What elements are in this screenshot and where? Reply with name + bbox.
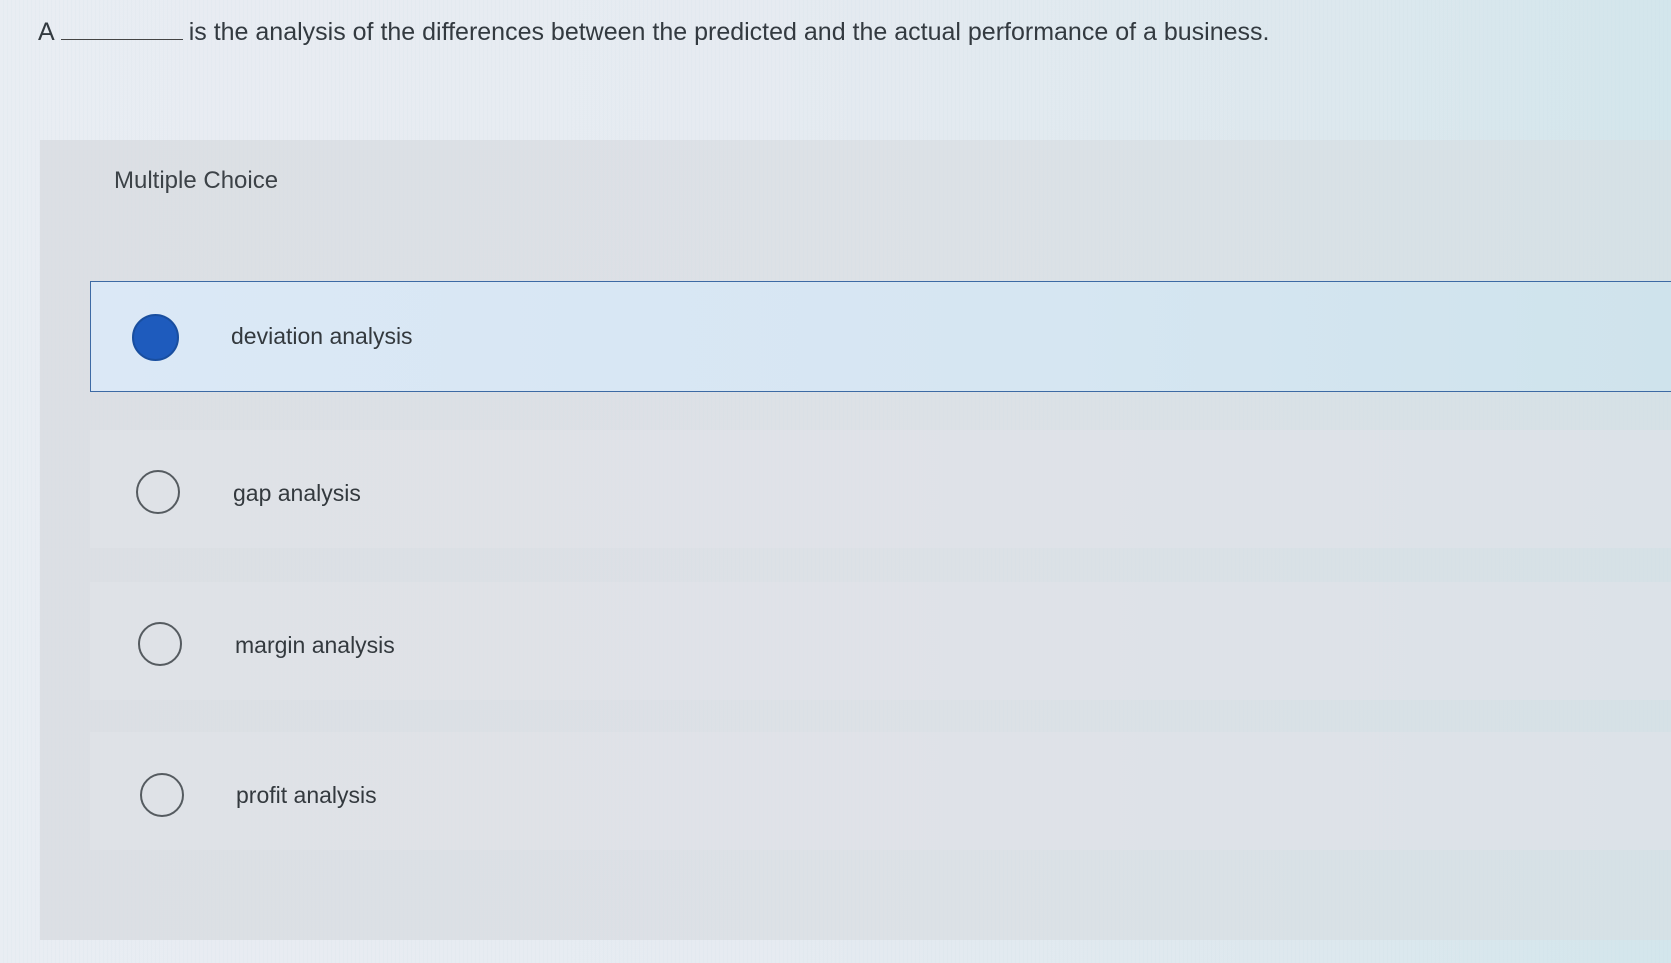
question-blank bbox=[60, 15, 183, 40]
option-label: gap analysis bbox=[233, 480, 361, 506]
option-profit-analysis[interactable]: profit analysis bbox=[90, 732, 1671, 850]
radio-unselected-icon[interactable] bbox=[138, 622, 182, 666]
option-label: margin analysis bbox=[235, 632, 395, 658]
option-deviation-analysis[interactable]: deviation analysis bbox=[90, 281, 1671, 392]
question-text: Ais the analysis of the differences betw… bbox=[38, 14, 1269, 50]
option-label: deviation analysis bbox=[231, 323, 413, 349]
radio-unselected-icon[interactable] bbox=[140, 773, 184, 817]
option-gap-analysis[interactable]: gap analysis bbox=[90, 430, 1671, 548]
multiple-choice-label: Multiple Choice bbox=[114, 167, 279, 194]
option-label: profit analysis bbox=[236, 782, 377, 808]
radio-unselected-icon[interactable] bbox=[136, 470, 180, 514]
radio-selected-icon[interactable] bbox=[132, 314, 179, 361]
option-margin-analysis[interactable]: margin analysis bbox=[90, 582, 1671, 700]
question-suffix: is the analysis of the differences betwe… bbox=[188, 18, 1270, 46]
question-prefix: A bbox=[38, 18, 55, 46]
